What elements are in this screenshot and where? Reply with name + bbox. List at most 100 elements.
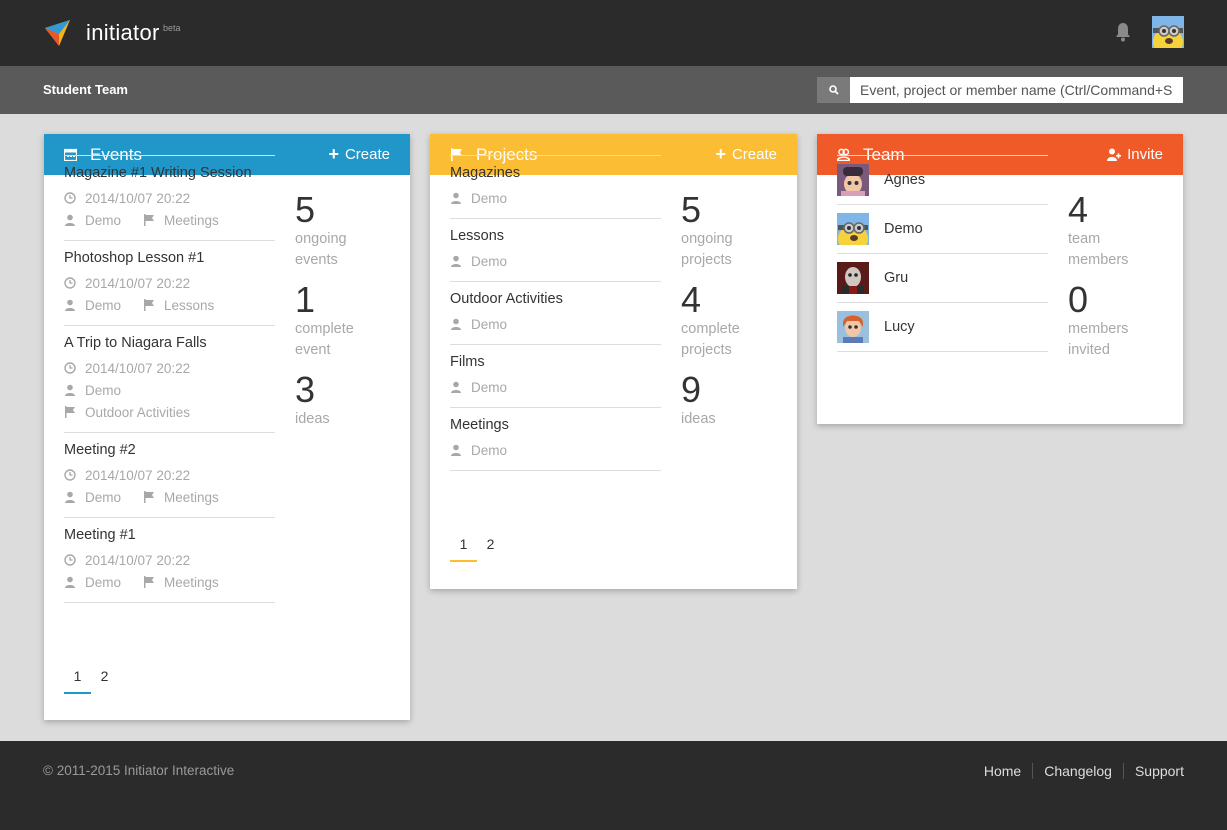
project-item[interactable]: Films Demo [450, 345, 661, 408]
create-project-label: Create [731, 146, 777, 163]
page-2-link[interactable]: 2 [477, 536, 504, 562]
member-item[interactable]: Lucy [837, 303, 1048, 352]
member-name[interactable]: Gru [884, 270, 908, 286]
event-date: 2014/10/07 20:22 [85, 190, 191, 206]
plus-icon: + [715, 144, 726, 164]
stat-label-line: ongoing [295, 231, 347, 247]
event-owner[interactable]: Demo [85, 383, 121, 398]
event-project[interactable]: Meetings [164, 490, 219, 505]
member-name[interactable]: Lucy [884, 319, 915, 335]
footer-link-support[interactable]: Support [1122, 763, 1184, 779]
team-card: Team Invite Agnes Demo Gru Lucy 4 team m… [817, 134, 1183, 424]
footer-link-changelog[interactable]: Changelog [1032, 763, 1123, 779]
event-meta-row: Demo Meetings [64, 209, 275, 231]
project-title[interactable]: Lessons [450, 228, 661, 244]
flag-icon [65, 406, 75, 418]
user-icon [451, 444, 461, 456]
project-item[interactable]: Lessons Demo [450, 219, 661, 282]
footer-link-home[interactable]: Home [984, 763, 1032, 779]
team-name[interactable]: Student Team [43, 82, 128, 97]
project-item[interactable]: Outdoor Activities Demo [450, 282, 661, 345]
event-date-row: 2014/10/07 20:22 [64, 549, 275, 571]
event-project[interactable]: Meetings [164, 575, 219, 590]
project-owner-row: Demo [450, 250, 661, 272]
member-name[interactable]: Agnes [884, 172, 925, 188]
stat-label-line: events [295, 252, 338, 268]
project-owner-row: Demo [450, 313, 661, 335]
event-title[interactable]: A Trip to Niagara Falls [64, 335, 275, 351]
event-item[interactable]: Meeting #2 2014/10/07 20:22 Demo Meeting… [64, 433, 275, 518]
project-title[interactable]: Magazines [450, 165, 661, 181]
event-project[interactable]: Meetings [164, 213, 219, 228]
project-title[interactable]: Meetings [450, 417, 661, 433]
project-item[interactable]: Meetings Demo [450, 408, 661, 471]
member-avatar[interactable] [837, 213, 869, 245]
event-list: Magazine #1 Writing Session 2014/10/07 2… [64, 155, 275, 603]
member-item[interactable]: Gru [837, 254, 1048, 303]
project-ideas-count: 9 [681, 369, 702, 410]
event-item[interactable]: A Trip to Niagara Falls 2014/10/07 20:22… [64, 326, 275, 433]
project-owner[interactable]: Demo [471, 443, 507, 458]
initiator-logo[interactable] [43, 18, 73, 48]
member-avatar[interactable] [837, 262, 869, 294]
projects-pagination: 1 2 [450, 536, 504, 562]
copyright: © 2011-2015 Initiator Interactive [43, 763, 235, 778]
bell-icon[interactable] [1115, 22, 1131, 42]
event-item[interactable]: Meeting #1 2014/10/07 20:22 Demo Meeting… [64, 518, 275, 603]
user-avatar[interactable] [1152, 16, 1184, 48]
event-ideas-label: ideas [295, 411, 330, 427]
stat-label-line: complete [295, 321, 354, 337]
event-title[interactable]: Magazine #1 Writing Session [64, 165, 275, 181]
flag-icon [144, 576, 155, 588]
members-invited-label: members invited [1068, 319, 1178, 361]
project-title[interactable]: Films [450, 354, 661, 370]
event-owner[interactable]: Demo [85, 490, 121, 505]
member-list: Agnes Demo Gru Lucy [837, 155, 1048, 352]
member-avatar[interactable] [837, 311, 869, 343]
event-date-row: 2014/10/07 20:22 [64, 187, 275, 209]
event-date: 2014/10/07 20:22 [85, 360, 191, 376]
project-owner-row: Demo [450, 187, 661, 209]
event-title[interactable]: Meeting #2 [64, 442, 275, 458]
member-name[interactable]: Demo [884, 221, 923, 237]
page-1-link[interactable]: 1 [450, 536, 477, 562]
team-members-label: team members [1068, 229, 1178, 271]
event-project[interactable]: Outdoor Activities [85, 405, 190, 420]
project-title[interactable]: Outdoor Activities [450, 291, 661, 307]
project-owner[interactable]: Demo [471, 380, 507, 395]
event-item[interactable]: Photoshop Lesson #1 2014/10/07 20:22 Dem… [64, 241, 275, 326]
team-subbar: Student Team [0, 66, 1227, 114]
event-item[interactable]: Magazine #1 Writing Session 2014/10/07 2… [64, 156, 275, 241]
user-icon [65, 491, 75, 503]
event-owner[interactable]: Demo [85, 298, 121, 313]
brand-name[interactable]: initiator [86, 20, 160, 46]
member-item[interactable]: Demo [837, 205, 1048, 254]
event-title[interactable]: Photoshop Lesson #1 [64, 250, 275, 266]
projects-card: Projects + Create Magazines Demo Lessons… [430, 134, 797, 589]
event-project[interactable]: Lessons [164, 298, 214, 313]
event-meta-row: Demo Meetings [64, 486, 275, 508]
user-icon [451, 381, 461, 393]
create-event-button[interactable]: + Create [328, 145, 390, 163]
stat-label-line: complete [681, 321, 740, 337]
team-stats: 4 team members 0 members invited [1068, 191, 1178, 371]
event-title[interactable]: Meeting #1 [64, 527, 275, 543]
search-input[interactable] [850, 77, 1183, 103]
project-owner[interactable]: Demo [471, 191, 507, 206]
project-owner[interactable]: Demo [471, 317, 507, 332]
project-owner-row: Demo [450, 376, 661, 398]
event-owner[interactable]: Demo [85, 575, 121, 590]
event-date-row: 2014/10/07 20:22 [64, 464, 275, 486]
create-project-button[interactable]: + Create [715, 144, 777, 164]
project-owner[interactable]: Demo [471, 254, 507, 269]
invite-member-button[interactable]: Invite [1107, 146, 1163, 163]
event-owner-row: Demo [64, 379, 275, 401]
search-button[interactable] [817, 77, 850, 103]
page-1-link[interactable]: 1 [64, 668, 91, 694]
member-item[interactable]: Agnes [837, 156, 1048, 205]
member-avatar[interactable] [837, 164, 869, 196]
project-item[interactable]: Magazines Demo [450, 156, 661, 219]
ongoing-projects-count: 5 [681, 189, 702, 230]
page-2-link[interactable]: 2 [91, 668, 118, 694]
event-owner[interactable]: Demo [85, 213, 121, 228]
